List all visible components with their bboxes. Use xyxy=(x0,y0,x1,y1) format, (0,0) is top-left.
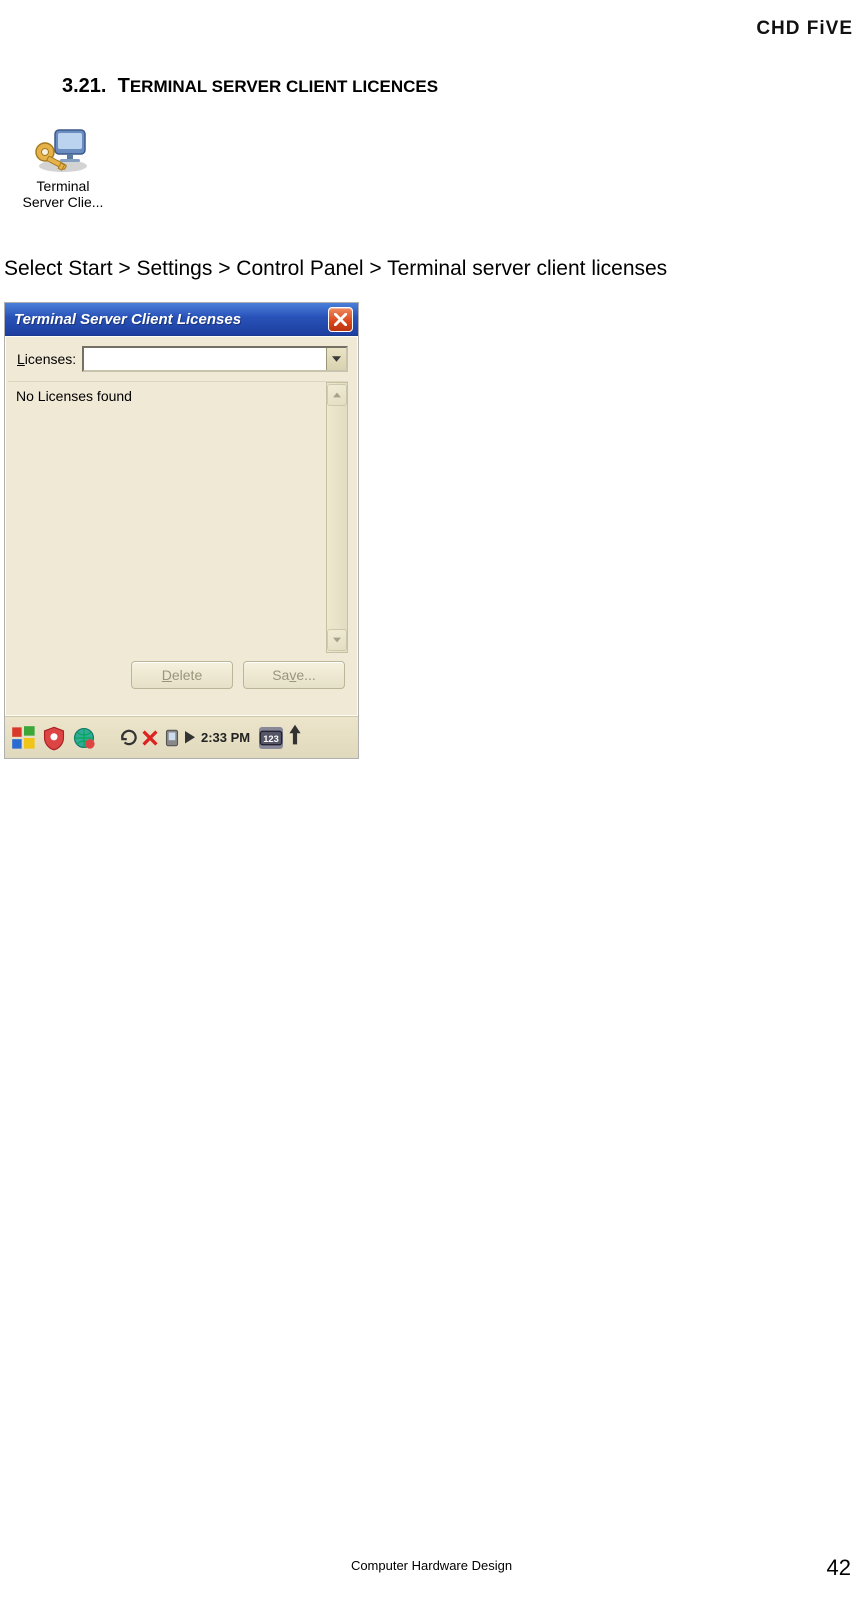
tray-up-arrow[interactable] xyxy=(288,722,302,752)
refresh-icon xyxy=(119,728,139,748)
desktop-icon-label: Terminal Server Clie... xyxy=(8,178,118,210)
chevron-down-icon xyxy=(333,637,341,643)
tray-icon-2[interactable] xyxy=(71,725,97,751)
taskbar-clock: 2:33 PM xyxy=(201,730,250,745)
save-button[interactable]: Save... xyxy=(243,661,345,689)
licenses-list-panel: No Licenses found xyxy=(8,381,348,653)
tray-group: 2:33 PM xyxy=(119,725,254,751)
sync-icon[interactable] xyxy=(119,725,139,751)
dialog-title: Terminal Server Client Licenses xyxy=(14,311,328,328)
licenses-combobox[interactable] xyxy=(82,346,348,372)
close-icon xyxy=(334,313,347,326)
brand-text: CHD FiVE xyxy=(756,18,853,40)
licenses-row: Licenses: xyxy=(6,337,357,381)
licenses-list[interactable]: No Licenses found xyxy=(8,382,326,653)
delete-button[interactable]: Delete xyxy=(131,661,233,689)
close-button[interactable] xyxy=(328,307,353,332)
instruction-text: Select Start > Settings > Control Panel … xyxy=(4,257,667,281)
licenses-label: Licenses: xyxy=(17,351,76,367)
scroll-down-button[interactable] xyxy=(327,629,347,651)
dialog-window: Terminal Server Client Licenses Licenses… xyxy=(4,302,359,759)
start-button[interactable] xyxy=(11,725,37,751)
globe-icon xyxy=(71,725,97,751)
scroll-up-button[interactable] xyxy=(327,384,347,406)
windows-logo-icon xyxy=(11,725,37,751)
dialog-titlebar: Terminal Server Client Licenses xyxy=(5,303,358,336)
chevron-up-icon xyxy=(333,392,341,398)
taskbar: 2:33 PM 123 xyxy=(5,716,358,758)
dialog-body: Licenses: No Licenses found xyxy=(5,336,358,716)
tray-icon-1[interactable] xyxy=(41,725,67,751)
section-heading: 3.21. TERMINAL SERVER CLIENT LICENCES xyxy=(62,75,438,98)
section-title-rest: ERMINAL SERVER CLIENT LICENCES xyxy=(130,77,438,96)
licenses-list-empty: No Licenses found xyxy=(16,388,132,404)
arrow-up-icon xyxy=(288,722,302,747)
device-icon xyxy=(161,727,183,749)
desktop-icon-terminal-server: Terminal Server Clie... xyxy=(8,122,118,210)
dropdown-button[interactable] xyxy=(326,348,346,370)
svg-text:123: 123 xyxy=(263,734,279,744)
keyboard-icon: 123 xyxy=(259,730,283,746)
section-number: 3.21. xyxy=(62,75,106,97)
tray-expand-arrow[interactable] xyxy=(185,732,195,744)
tray-device-icon[interactable] xyxy=(161,725,183,751)
footer-text: Computer Hardware Design xyxy=(0,1558,863,1573)
tray-close-icon[interactable] xyxy=(141,725,159,751)
page-number: 42 xyxy=(827,1555,851,1581)
triangle-right-icon xyxy=(185,731,195,744)
licenses-combobox-value xyxy=(84,348,326,370)
chevron-down-icon xyxy=(332,356,341,362)
x-red-icon xyxy=(141,729,159,747)
shield-icon xyxy=(41,725,67,751)
terminal-server-icon xyxy=(33,122,93,174)
tray-keyboard-icon[interactable]: 123 xyxy=(258,725,284,751)
dialog-button-row: Delete Save... xyxy=(6,653,357,689)
vertical-scrollbar[interactable] xyxy=(326,382,348,653)
section-title-first: T xyxy=(118,75,130,97)
